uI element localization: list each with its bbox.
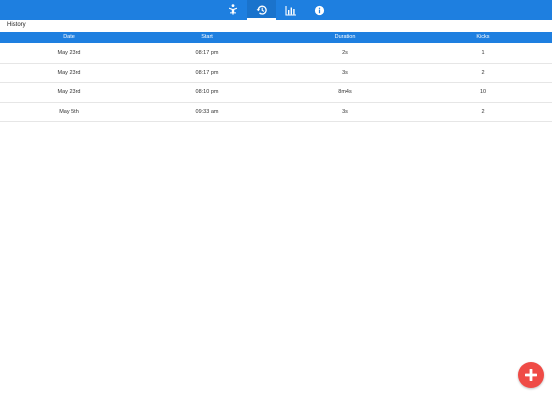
- cell-start: 08:10 pm: [195, 89, 219, 95]
- cell-kicks: 1: [481, 50, 485, 56]
- page-title: History: [7, 22, 26, 28]
- app-window: History Date Start Duration Kicks May 23…: [0, 0, 552, 414]
- cell-date: May 23rd: [57, 69, 81, 76]
- plus-icon: [525, 369, 537, 381]
- add-session-button[interactable]: [518, 362, 544, 388]
- cell-date: May 5th: [59, 108, 79, 115]
- cell-duration: 2s: [342, 50, 348, 56]
- info-icon: [314, 5, 325, 15]
- cell-kicks: 10: [479, 89, 487, 95]
- cell-date: May 23rd: [57, 50, 81, 56]
- cell-duration: 3s: [342, 108, 348, 115]
- cell-start: 09:33 am: [195, 108, 219, 115]
- active-tab-indicator: [247, 18, 276, 20]
- table-row[interactable]: May 5th 09:33 am 3s 2: [0, 103, 552, 122]
- table-row[interactable]: May 23rd 08:17 pm 3s 2: [0, 64, 552, 83]
- tab-info[interactable]: [305, 0, 334, 20]
- cell-kicks: 2: [481, 108, 485, 115]
- history-icon: [256, 5, 267, 15]
- column-header-kicks[interactable]: Kicks: [414, 32, 552, 43]
- tab-history[interactable]: [247, 0, 276, 20]
- table-row[interactable]: May 23rd 08:10 pm 8m4s 10: [0, 83, 552, 103]
- column-header-duration[interactable]: Duration: [276, 32, 414, 43]
- cell-start: 08:17 pm: [195, 69, 219, 76]
- top-nav-bar: [0, 0, 552, 20]
- baby-icon: [228, 4, 237, 15]
- column-header-date[interactable]: Date: [0, 32, 138, 43]
- table-row[interactable]: May 23rd 08:17 pm 2s 1: [0, 44, 552, 64]
- cell-duration: 3s: [342, 69, 348, 76]
- column-header-start[interactable]: Start: [138, 32, 276, 43]
- table-header: Date Start Duration Kicks: [0, 32, 552, 43]
- cell-start: 08:17 pm: [195, 50, 219, 56]
- bar-chart-icon: [284, 5, 296, 16]
- tab-stats[interactable]: [276, 0, 305, 20]
- tab-session[interactable]: [218, 0, 247, 20]
- cell-duration: 8m4s: [338, 89, 352, 95]
- cell-kicks: 2: [481, 69, 485, 76]
- cell-date: May 23rd: [57, 89, 81, 95]
